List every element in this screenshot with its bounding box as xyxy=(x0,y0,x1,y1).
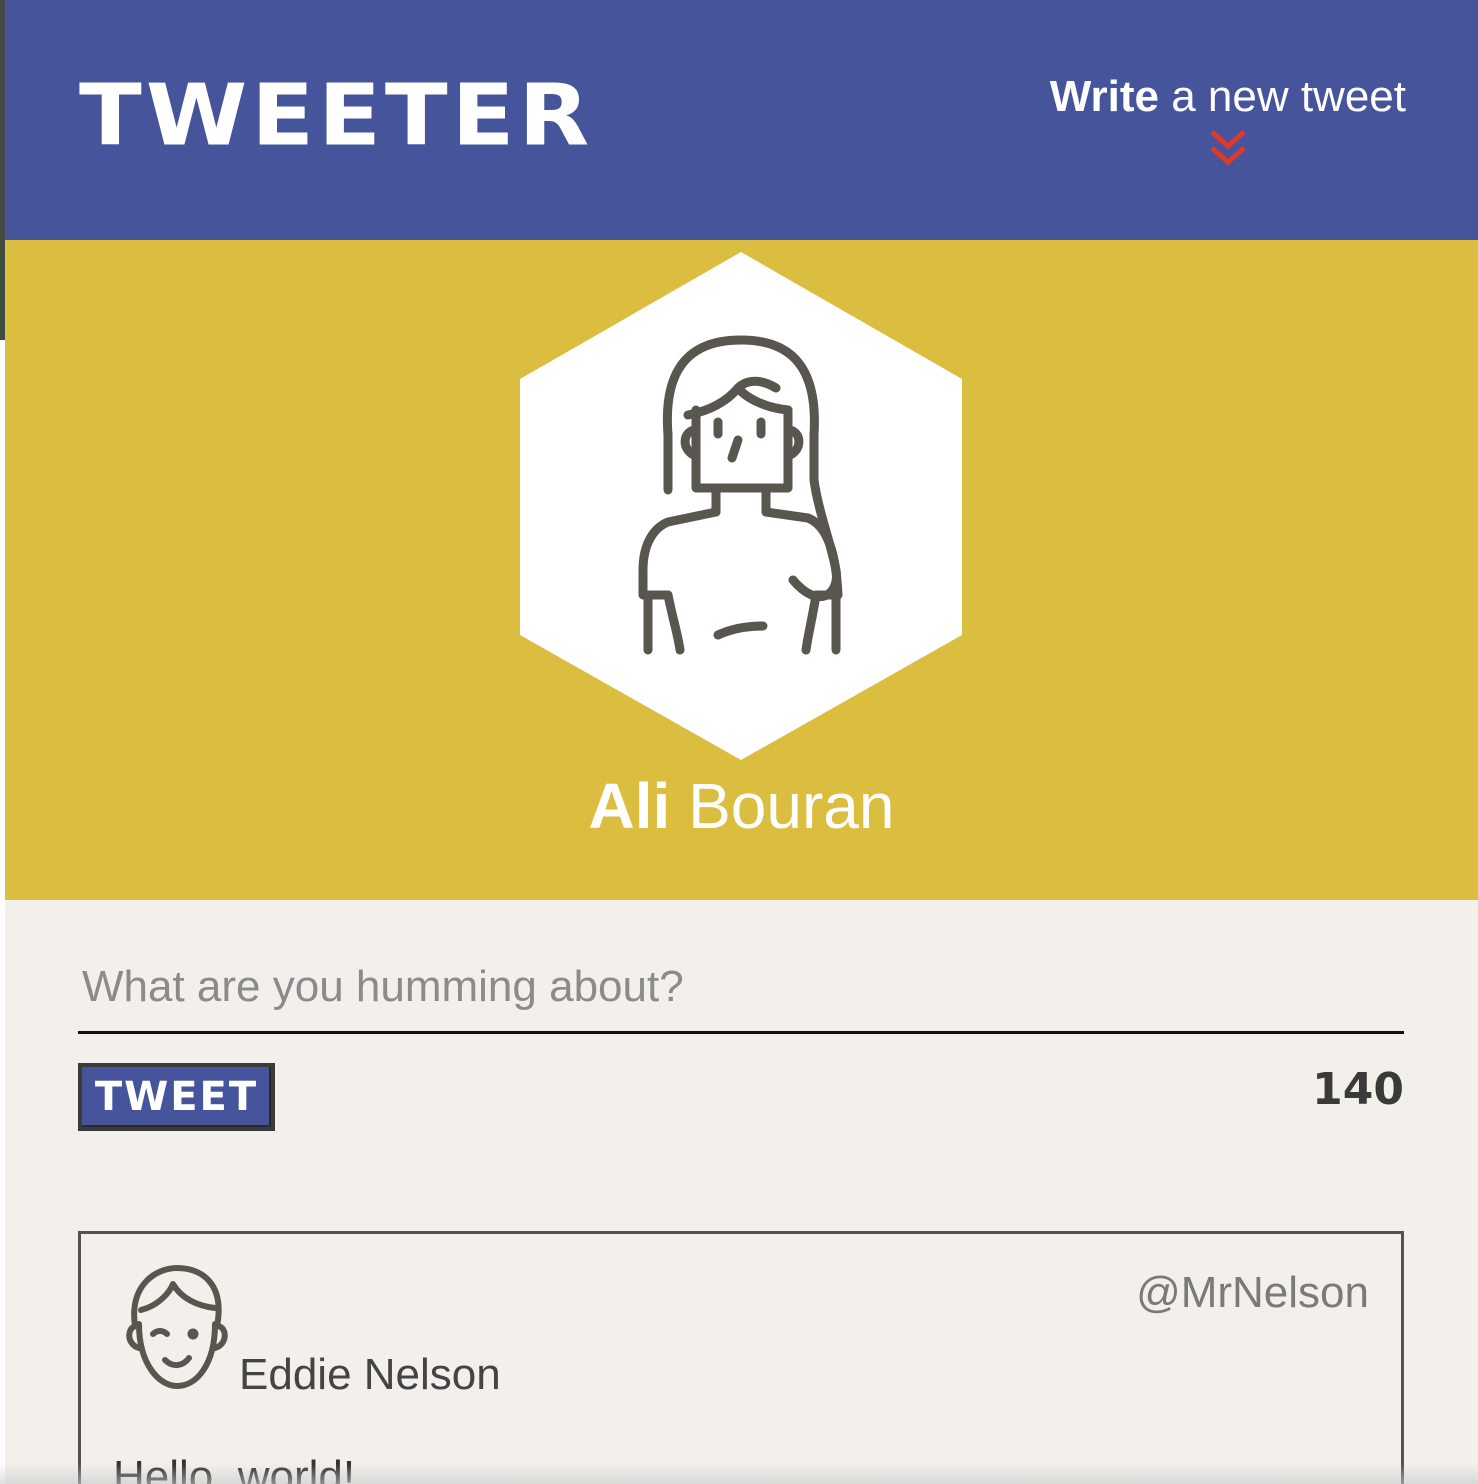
top-nav: TWEETER Write a new tweet xyxy=(5,0,1478,240)
compose-section: TWEET 140 xyxy=(5,900,1478,1230)
man-avatar-icon xyxy=(126,1265,228,1389)
write-tweet-label[interactable]: Write a new tweet xyxy=(1050,70,1406,124)
tweet-card: Eddie Nelson @MrNelson Hello, world! xyxy=(78,1231,1404,1484)
write-rest-text: a new tweet xyxy=(1158,72,1406,121)
profile-last-name: Bouran xyxy=(670,770,895,842)
write-tweet-toggle[interactable]: Write a new tweet xyxy=(1050,70,1406,168)
app-logo: TWEETER xyxy=(79,66,594,165)
tweet-author-handle: @MrNelson xyxy=(1136,1268,1369,1317)
tweeter-app: TWEETER Write a new tweet Ali Bouran Wha… xyxy=(0,0,1478,1484)
hexagon-frame xyxy=(520,252,962,760)
profile-avatar xyxy=(520,252,962,760)
tweet-author-name: Eddie Nelson xyxy=(239,1350,501,1399)
char-counter: 140 xyxy=(1312,1064,1404,1115)
window-bottom-shadow xyxy=(0,1464,1478,1484)
write-bold-text: Write xyxy=(1049,72,1159,121)
background-window-edge xyxy=(0,0,5,1484)
profile-name: Ali Bouran xyxy=(5,768,1478,844)
tweet-input[interactable] xyxy=(78,942,1404,1034)
profile-banner: Ali Bouran xyxy=(5,240,1478,900)
tweet-button[interactable]: TWEET xyxy=(78,1063,275,1131)
profile-first-name: Ali xyxy=(588,770,671,842)
double-chevron-down-icon[interactable] xyxy=(1208,128,1248,168)
